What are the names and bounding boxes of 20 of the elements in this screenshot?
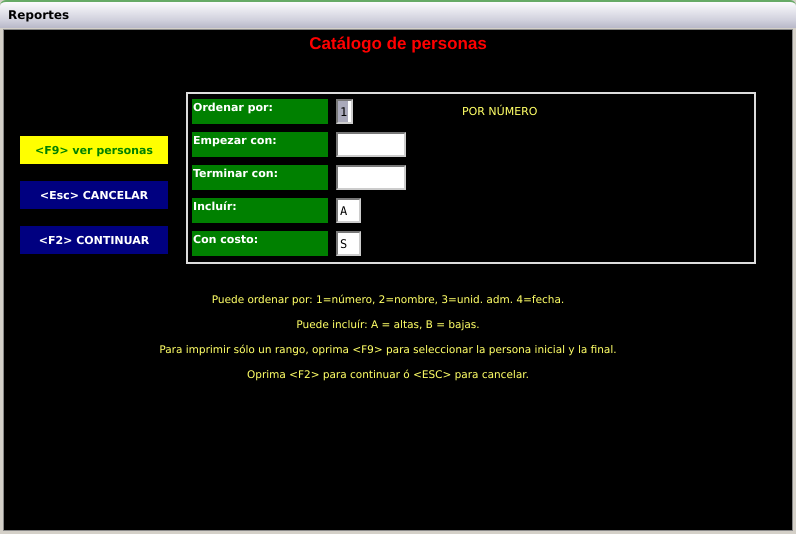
field-label: Terminar con: — [192, 165, 328, 190]
input-field[interactable] — [336, 132, 406, 157]
help-text: Para imprimir sólo un rango, oprima <F9> para seleccionar la persona inicial y la final. — [159, 344, 617, 358]
input-field[interactable] — [336, 165, 406, 190]
field-label: Ordenar por: — [192, 99, 328, 124]
input-field[interactable]: A — [336, 198, 361, 223]
help-text: Puede ordenar por: 1=número, 2=nombre, 3=unid. adm. 4=fecha. — [212, 294, 564, 308]
input-field[interactable]: S — [336, 231, 361, 256]
window-title: Reportes — [8, 8, 70, 22]
action-button[interactable]: <F9> ver personas — [20, 136, 168, 164]
help-text: Puede incluír: A = altas, B = bajas. — [296, 319, 480, 333]
action-button[interactable]: <F2> CONTINUAR — [20, 226, 168, 254]
page-heading: Catálogo de personas — [309, 34, 487, 54]
field-label: Empezar con: — [192, 132, 328, 157]
help-text: Oprima <F2> para continuar ó <ESC> para cancelar. — [247, 369, 529, 383]
sort-hint: POR NÚMERO — [462, 105, 538, 119]
action-button[interactable]: <Esc> CANCELAR — [20, 181, 168, 209]
field-label: Incluír: — [192, 198, 328, 223]
input-field[interactable]: 1 — [336, 99, 353, 124]
field-label: Con costo: — [192, 231, 328, 256]
